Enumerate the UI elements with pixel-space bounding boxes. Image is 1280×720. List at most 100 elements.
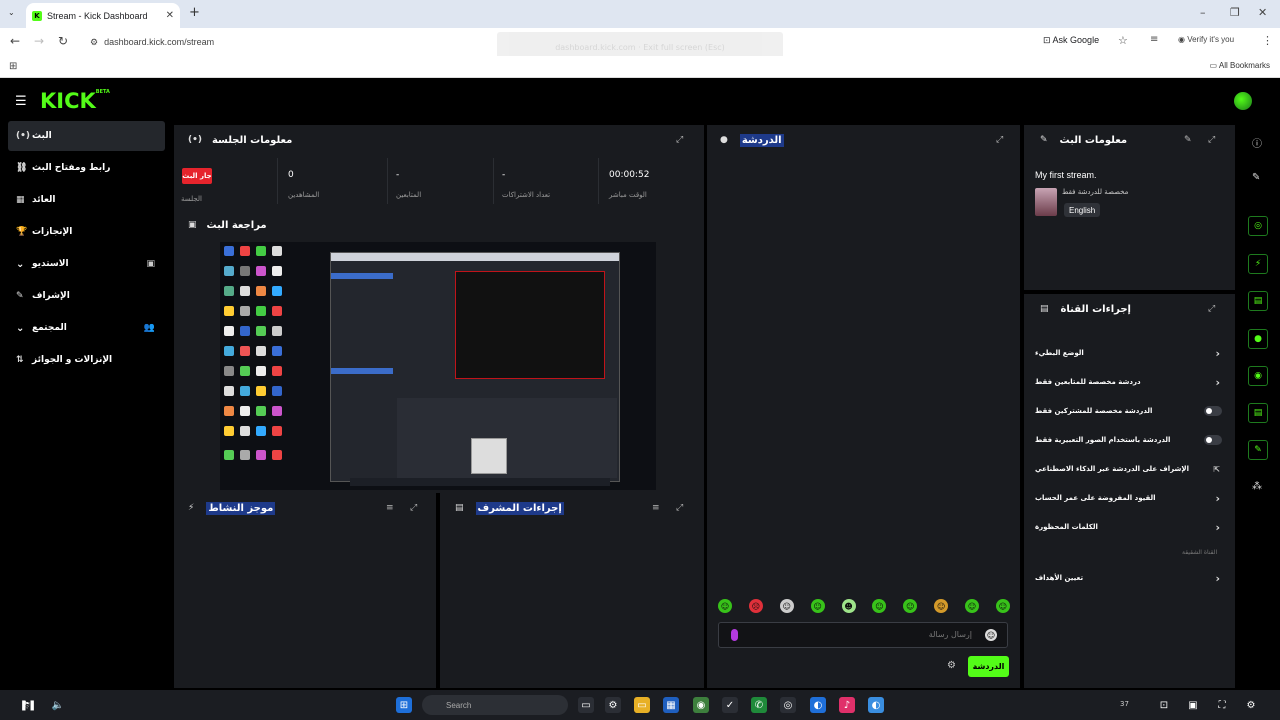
emote-icon[interactable]: ☺ — [779, 599, 794, 613]
user-avatar[interactable] — [1234, 92, 1252, 110]
file-explorer-icon[interactable]: ▭ — [634, 697, 650, 713]
beta-badge: BETA — [95, 89, 110, 95]
minimize-icon[interactable]: – — [1200, 6, 1206, 19]
filter-icon[interactable]: ≡ — [386, 503, 394, 513]
tab-list-icon[interactable]: ⌄ — [8, 8, 15, 17]
start-icon[interactable]: ⊞ — [396, 697, 412, 713]
all-bookmarks-button[interactable]: ▭ All Bookmarks — [1210, 61, 1270, 70]
pause-icon[interactable]: ❚❚ — [20, 697, 37, 713]
tab-close-icon[interactable]: ✕ — [166, 10, 174, 21]
emote-icon[interactable]: ☻ — [841, 599, 856, 613]
emote-icon[interactable]: ☺ — [903, 599, 918, 613]
menu-icon[interactable]: ⋮ — [1262, 34, 1273, 47]
sidebar-item-community[interactable]: ⌄ المجتمع 👥 — [8, 313, 165, 343]
rail-button-chat[interactable]: ● — [1248, 329, 1268, 349]
chat-settings-icon[interactable]: ⚙ — [947, 660, 956, 671]
subscribers-only-toggle[interactable] — [1204, 406, 1222, 416]
emote-icon[interactable]: ☺ — [934, 599, 949, 613]
apps-icon[interactable]: ⊞ — [9, 61, 17, 72]
account-age-row[interactable]: القيود المفروضة على عمر الحساب › — [1035, 488, 1225, 508]
emoji-picker-icon[interactable]: ☺ — [985, 629, 997, 641]
chrome-icon[interactable]: ◉ — [693, 697, 709, 713]
url-text: dashboard.kick.com/stream — [104, 37, 215, 47]
kick-logo[interactable]: KICKBETA — [40, 89, 110, 113]
sidebar-item-studio[interactable]: ⌄ الاستديو ▣ — [8, 249, 165, 279]
ai-moderation-row[interactable]: الإشراف على الدردشة عبر الذكاء الاصطناعي… — [1035, 459, 1225, 479]
tiktok-icon[interactable]: ♪ — [839, 697, 855, 713]
emote-icon[interactable]: ☺ — [810, 599, 825, 613]
desktop-icon — [240, 326, 250, 336]
emote-icon[interactable]: ☺ — [872, 599, 887, 613]
edit-icon[interactable]: ✎ — [1184, 135, 1192, 145]
screen-icon[interactable]: ⊡ — [1156, 697, 1172, 713]
obs-icon[interactable]: ◎ — [780, 697, 796, 713]
followers-only-row[interactable]: دردشة مخصصة للمتابعين فقط › — [1035, 372, 1225, 392]
set-goals-row[interactable]: تعيين الأهداف › — [1035, 568, 1225, 588]
forward-icon[interactable]: → — [34, 34, 44, 48]
volume-icon[interactable]: 🔈 — [50, 697, 66, 713]
microphone-icon[interactable] — [731, 629, 738, 641]
banned-words-row[interactable]: الكلمات المحظورة › — [1035, 517, 1225, 537]
app-icon[interactable]: ✓ — [722, 697, 738, 713]
site-info-icon[interactable]: ⚙ — [90, 37, 98, 48]
window-close-icon[interactable]: ✕ — [1258, 6, 1267, 19]
browser-tab[interactable]: K Stream - Kick Dashboard ✕ — [26, 3, 180, 28]
bookmark-star-icon[interactable]: ☆ — [1118, 34, 1128, 47]
info-icon[interactable]: ⓘ — [1252, 135, 1262, 150]
whatsapp-icon[interactable]: ✆ — [751, 697, 767, 713]
edge-icon[interactable]: ◐ — [810, 697, 826, 713]
ask-google-button[interactable]: ⊡ Ask Google — [1043, 35, 1099, 46]
browser-icon[interactable]: ◐ — [868, 697, 884, 713]
rail-button-session[interactable]: ◉ — [1248, 366, 1268, 386]
reload-icon[interactable]: ↻ — [58, 34, 68, 48]
expand-icon[interactable]: ⤢ — [1208, 304, 1215, 314]
sidebar-item-stream[interactable]: (•) البث — [8, 121, 165, 151]
restore-icon[interactable]: ❐ — [1230, 6, 1240, 19]
sidebar-item-drops[interactable]: ⇅ الإنزالات و الجوائز — [8, 345, 165, 375]
expand-icon[interactable]: ⤢ — [676, 135, 683, 145]
rail-button-channel[interactable]: ▤ — [1248, 403, 1268, 423]
sidebar-item-moderation[interactable]: ✎ الإشراف — [8, 281, 165, 311]
expand-icon[interactable]: ⤢ — [676, 503, 683, 513]
chat-send-button[interactable]: الدردشة — [968, 656, 1009, 677]
emote-icon[interactable]: ☺ — [995, 599, 1010, 613]
rail-button-mod[interactable]: ▤ — [1248, 291, 1268, 311]
gear-icon[interactable]: ⚙ — [1243, 697, 1259, 713]
taskbar-search[interactable]: Search — [422, 695, 568, 715]
hamburger-menu-icon[interactable]: ☰ — [15, 94, 27, 109]
emote-icon[interactable]: ☺ — [718, 599, 732, 613]
followers-label: المتابعين — [396, 191, 422, 199]
expand-icon[interactable]: ⤢ — [1208, 135, 1215, 145]
store-icon[interactable]: ▦ — [663, 697, 679, 713]
settings-icon[interactable]: ⚙ — [605, 697, 621, 713]
task-view-icon[interactable]: ▭ — [578, 697, 594, 713]
stream-preview-video[interactable] — [220, 242, 656, 490]
filter-icon[interactable]: ≡ — [652, 503, 660, 513]
expand-icon[interactable]: ⤢ — [410, 503, 417, 513]
divider — [598, 158, 599, 204]
rail-button-preview[interactable]: ◎ — [1248, 216, 1268, 236]
emote-only-toggle[interactable] — [1204, 435, 1222, 445]
fullscreen-icon[interactable]: ⛶ — [1214, 697, 1230, 713]
sidebar-item-revenue[interactable]: ▦ العائد — [8, 185, 165, 215]
apps-icon[interactable]: ⁂ — [1252, 481, 1262, 492]
sidebar-item-label: البث — [32, 131, 52, 141]
emote-icon[interactable]: ☹ — [748, 599, 763, 613]
rail-button-activity[interactable]: ⚡ — [1248, 254, 1268, 274]
verify-button[interactable]: ◉ Verify it's you — [1178, 35, 1234, 44]
customize-icon[interactable]: ≡ — [1150, 34, 1158, 45]
chat-message-input[interactable]: إرسال رسالة ☺ — [718, 622, 1008, 648]
new-tab-icon[interactable]: + — [189, 5, 200, 20]
emote-icon[interactable]: ☺ — [965, 599, 979, 613]
sidebar-item-achievements[interactable]: 🏆 الإنجازات — [8, 217, 165, 247]
obs-thumbnail — [471, 438, 507, 474]
window-icon[interactable]: ▣ — [1185, 697, 1201, 713]
slow-mode-row[interactable]: الوضع البطيء › — [1035, 343, 1225, 363]
rail-button-stream-info[interactable]: ✎ — [1248, 440, 1268, 460]
panel-title: موجز النشاط — [206, 501, 276, 515]
back-icon[interactable]: ← — [10, 34, 20, 48]
desktop-icon — [224, 266, 234, 276]
sidebar-item-stream-key[interactable]: ⛓ رابط ومفتاح البث — [8, 153, 165, 183]
pencil-icon[interactable]: ✎ — [1252, 172, 1260, 183]
expand-icon[interactable]: ⤢ — [996, 135, 1003, 145]
